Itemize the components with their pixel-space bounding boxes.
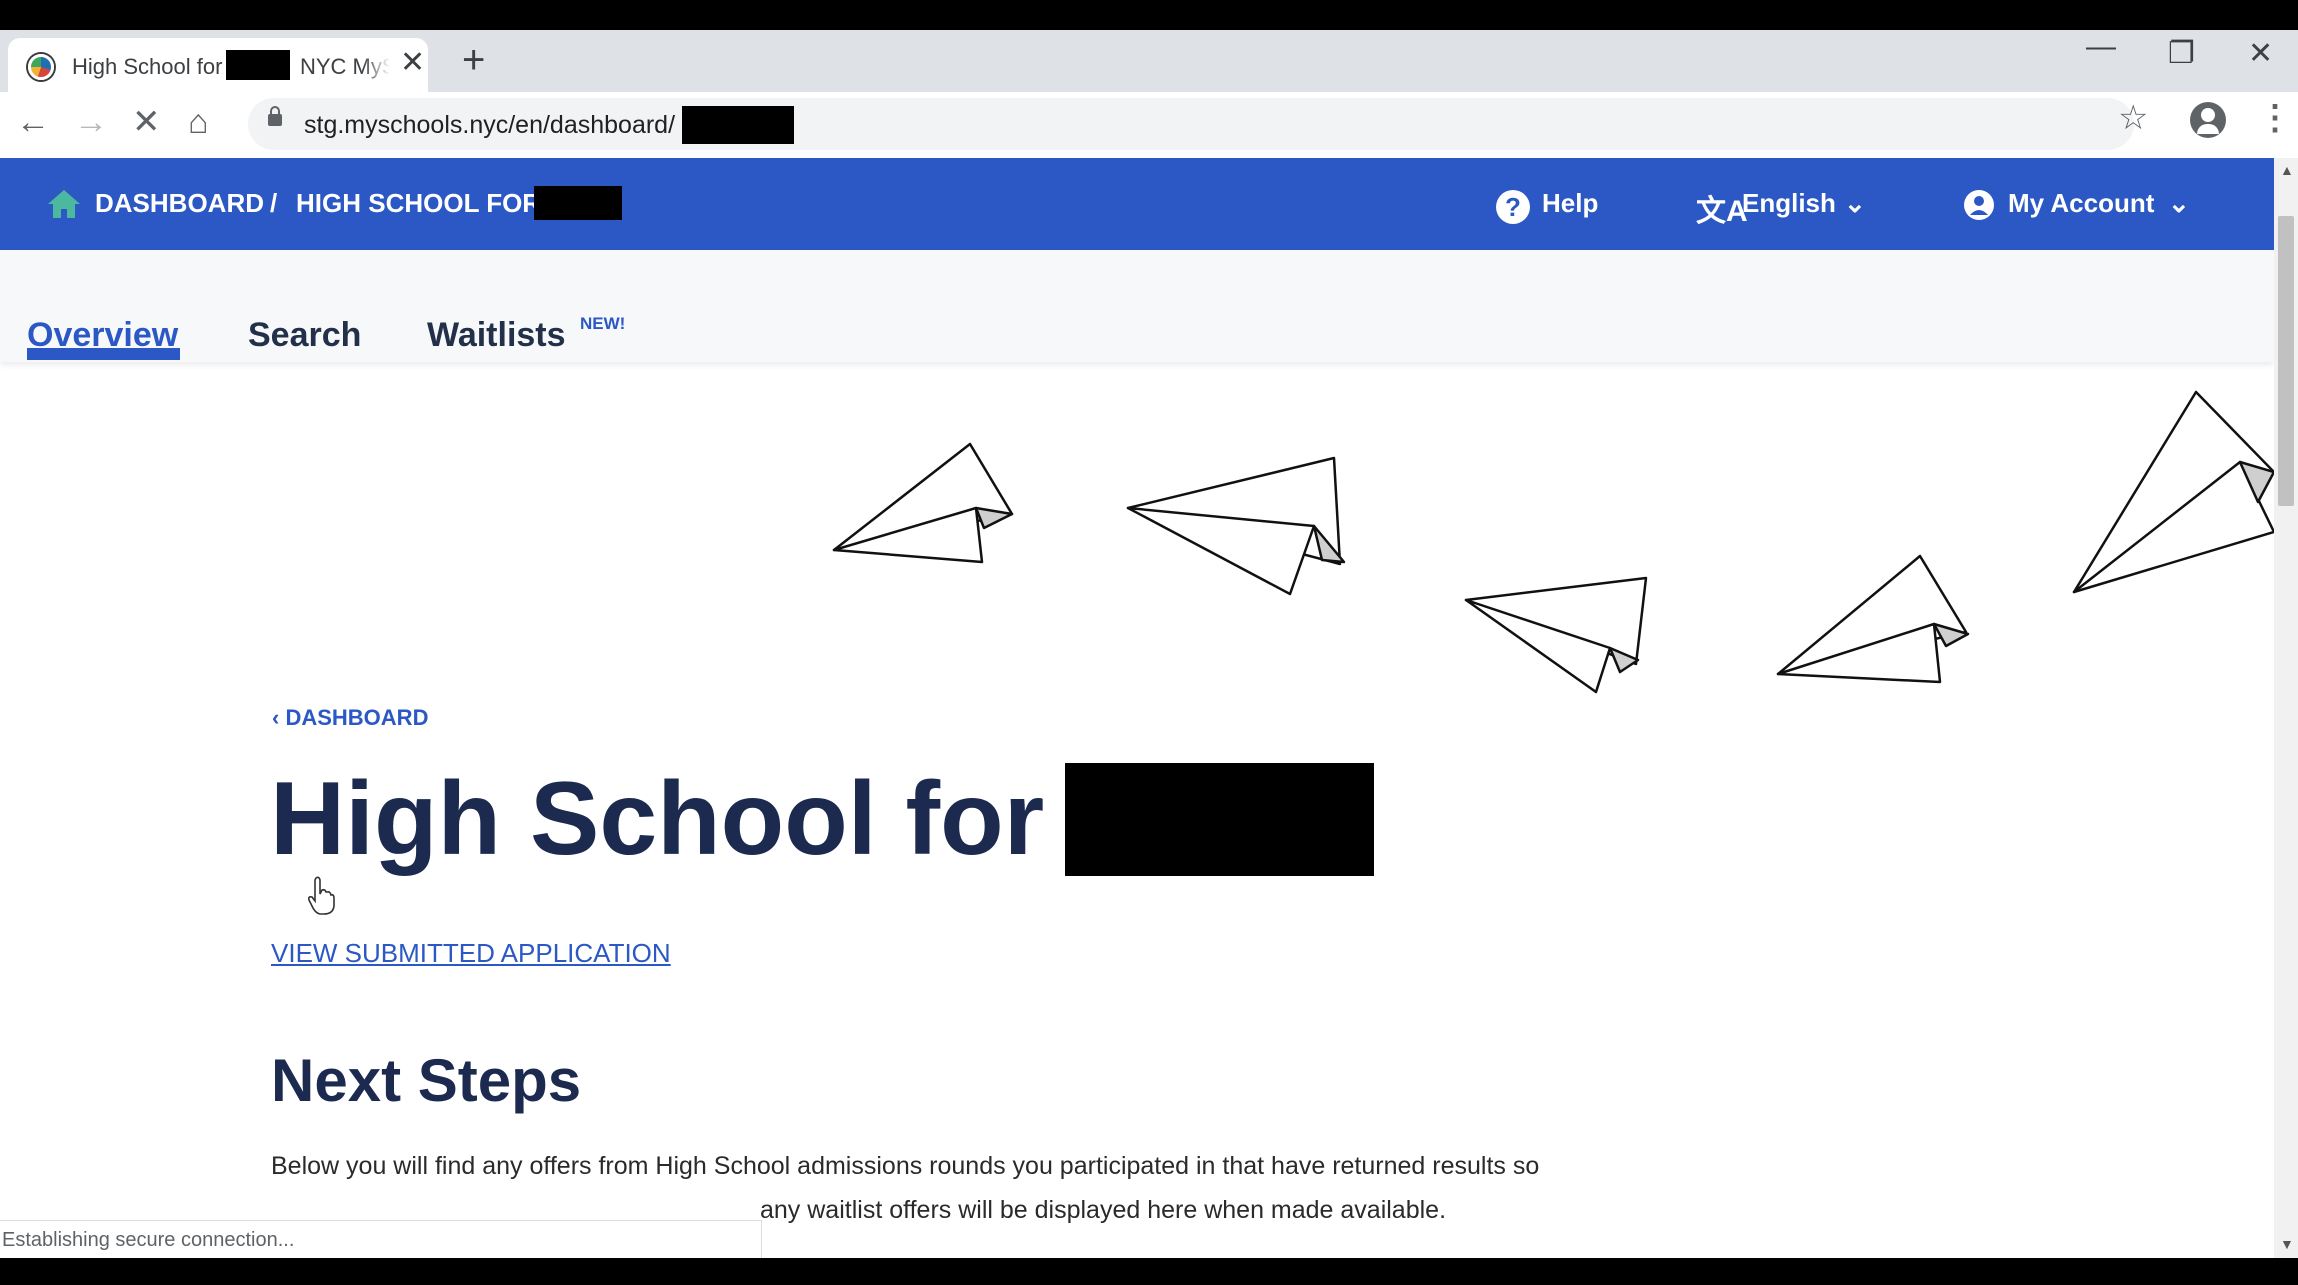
close-tab-icon[interactable]: ✕	[400, 48, 425, 78]
help-icon[interactable]: ?	[1496, 190, 1530, 224]
browser-window: High School for NYC MySchools ✕ + — ❐ ✕ …	[0, 30, 2298, 1258]
breadcrumb-current: HIGH SCHOOL FOR	[296, 188, 542, 218]
new-badge: NEW!	[580, 314, 626, 333]
view-submitted-application-link[interactable]: VIEW SUBMITTED APPLICATION	[271, 938, 671, 969]
hand-cursor-icon	[308, 876, 335, 915]
active-tab-indicator	[27, 348, 180, 360]
next-steps-heading: Next Steps	[271, 1047, 582, 1114]
tab-title-suffix: NYC MySchools	[300, 54, 390, 79]
menu-kebab-icon[interactable]: ⋮	[2258, 98, 2292, 138]
home-icon[interactable]	[46, 188, 82, 220]
back-to-dashboard-link[interactable]: ‹ DASHBOARD	[272, 705, 428, 731]
section-tabs: Overview Search Waitlists NEW!	[0, 250, 2274, 362]
browser-tab[interactable]: High School for NYC MySchools ✕	[8, 38, 428, 92]
lock-icon	[268, 106, 282, 126]
redaction-box	[226, 50, 290, 80]
chevron-down-icon[interactable]: ⌄	[1844, 188, 1866, 219]
address-bar[interactable]: stg.myschools.nyc/en/dashboard/	[248, 98, 2134, 150]
language-select[interactable]: English	[1742, 188, 1836, 219]
back-link-label: DASHBOARD	[285, 705, 429, 730]
forward-arrow-icon[interactable]: →	[74, 102, 108, 142]
window-close-icon[interactable]: ✕	[2248, 36, 2273, 71]
help-link[interactable]: Help	[1542, 188, 1598, 219]
redaction-box	[534, 186, 622, 220]
body-text-line-2: any waitlist offers will be displayed he…	[760, 1196, 1447, 1224]
translate-icon[interactable]: 文A	[1696, 186, 1748, 230]
scrollbar-thumb[interactable]	[2278, 216, 2294, 506]
tab-title: High School for	[72, 54, 223, 79]
tab-waitlists[interactable]: Waitlists	[427, 316, 566, 355]
site-header: DASHBOARD / HIGH SCHOOL FOR ? Help 文A En…	[0, 158, 2274, 250]
breadcrumb-separator: /	[270, 188, 278, 218]
paper-planes-illustration	[832, 390, 2274, 694]
redaction-box	[682, 106, 794, 144]
back-arrow-icon[interactable]: ←	[16, 102, 50, 142]
browser-toolbar: ← → ✕ ⌂ stg.myschools.nyc/en/dashboard/ …	[0, 92, 2298, 158]
new-tab-button[interactable]: +	[462, 40, 485, 80]
chevron-left-icon: ‹	[272, 705, 286, 730]
redaction-box	[1065, 763, 1374, 876]
scroll-down-icon[interactable]: ▼	[2280, 1236, 2294, 1252]
minimize-icon[interactable]: —	[2086, 30, 2116, 64]
favicon-icon	[28, 54, 54, 80]
restore-icon[interactable]: ❐	[2168, 36, 2195, 71]
scroll-up-icon[interactable]: ▲	[2280, 162, 2294, 178]
home-icon[interactable]: ⌂	[188, 102, 209, 142]
paper-plane-icon	[832, 442, 1014, 564]
browser-status-bar: Establishing secure connection...	[0, 1220, 762, 1258]
body-text-line-1: Below you will find any offers from High…	[271, 1152, 1540, 1180]
paper-plane-icon	[1776, 554, 1970, 684]
chevron-down-icon[interactable]: ⌄	[2168, 188, 2190, 219]
breadcrumb-dashboard[interactable]: DASHBOARD	[95, 188, 264, 219]
paper-plane-icon	[1126, 456, 1346, 596]
my-account-menu[interactable]: My Account	[2008, 188, 2154, 219]
tab-search[interactable]: Search	[248, 316, 361, 355]
url-text: stg.myschools.nyc/en/dashboard/	[304, 111, 676, 139]
tab-strip: High School for NYC MySchools ✕ + — ❐ ✕	[0, 30, 2298, 92]
page-title: High School for	[270, 761, 1045, 877]
page-scrollbar[interactable]: ▲ ▼	[2274, 158, 2298, 1258]
paper-plane-icon	[1464, 576, 1648, 694]
profile-icon[interactable]	[2190, 102, 2226, 138]
bookmark-star-icon[interactable]: ☆	[2118, 98, 2148, 138]
account-icon[interactable]	[1962, 188, 1996, 222]
paper-plane-icon	[2072, 390, 2274, 594]
stop-loading-icon[interactable]: ✕	[132, 102, 161, 142]
